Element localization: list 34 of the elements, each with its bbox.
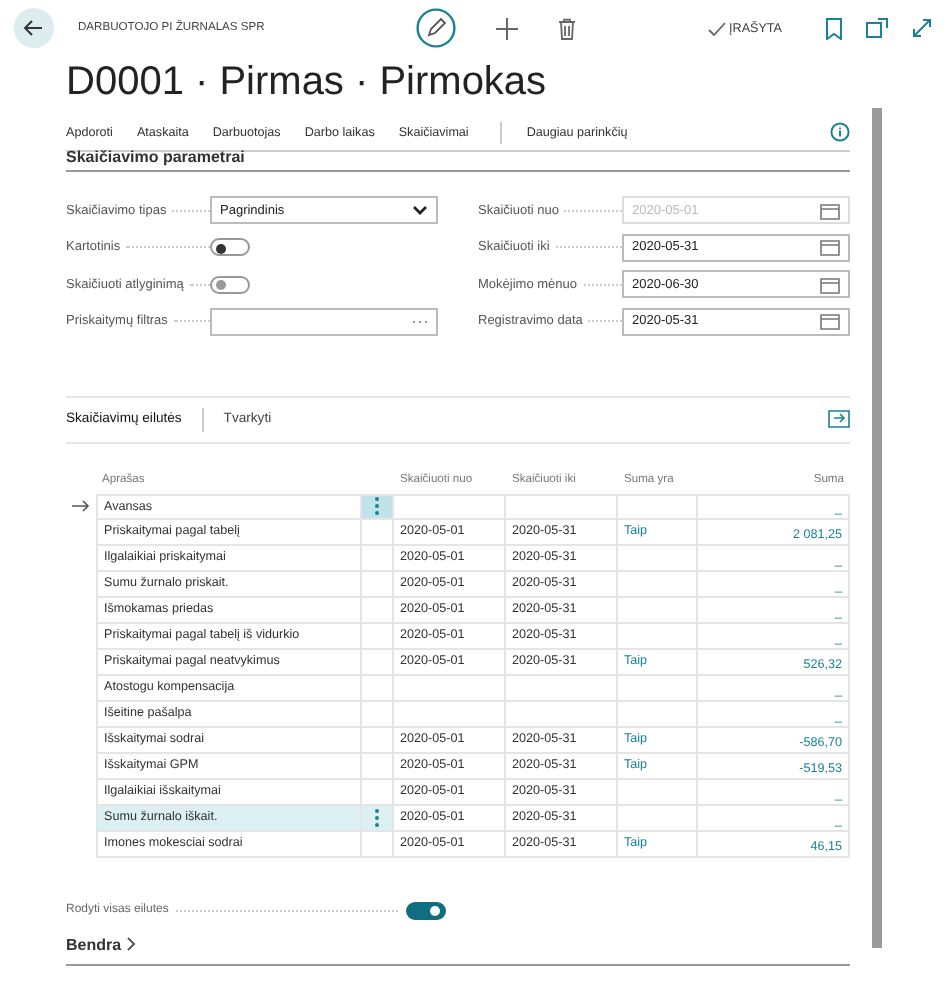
checkmark-icon xyxy=(707,21,726,35)
calendar-icon[interactable] xyxy=(820,312,840,330)
add-icon[interactable] xyxy=(496,17,518,39)
dropdown-caret-icon xyxy=(412,204,428,216)
table-cell xyxy=(506,493,618,519)
toggle-switch[interactable] xyxy=(406,901,446,919)
section-title[interactable]: Bendra xyxy=(66,935,122,953)
table-cell[interactable] xyxy=(618,805,698,831)
table-cell[interactable] xyxy=(618,545,698,571)
page-title: D0001 · Pirmas · Pirmokas xyxy=(66,58,549,108)
filter-field[interactable] xyxy=(210,307,438,335)
open-in-window-icon[interactable] xyxy=(866,18,888,38)
row-menu-icon[interactable] xyxy=(374,807,380,827)
pencil-icon[interactable] xyxy=(416,8,456,48)
calendar-icon[interactable] xyxy=(820,238,840,256)
table-cell[interactable] xyxy=(618,675,698,701)
table-cell[interactable] xyxy=(618,779,698,805)
section-title[interactable]: Skaičiavimo parametrai xyxy=(66,152,850,172)
table-cell xyxy=(506,675,618,701)
trash-icon[interactable] xyxy=(558,17,576,39)
table-cell[interactable] xyxy=(618,597,698,623)
table-cell[interactable] xyxy=(618,571,698,597)
toggle-switch[interactable] xyxy=(210,238,250,256)
bookmark-icon[interactable] xyxy=(826,17,842,39)
table-cell xyxy=(506,701,618,727)
row-menu-icon[interactable] xyxy=(374,496,380,516)
info-icon[interactable] xyxy=(830,122,850,142)
table-cell[interactable] xyxy=(618,493,698,519)
table-cell[interactable] xyxy=(618,623,698,649)
calendar-icon[interactable] xyxy=(820,275,840,293)
fullscreen-icon[interactable] xyxy=(828,410,850,428)
expand-icon[interactable] xyxy=(912,18,932,38)
chevron-right-icon[interactable] xyxy=(125,936,136,952)
table-cell[interactable] xyxy=(618,701,698,727)
